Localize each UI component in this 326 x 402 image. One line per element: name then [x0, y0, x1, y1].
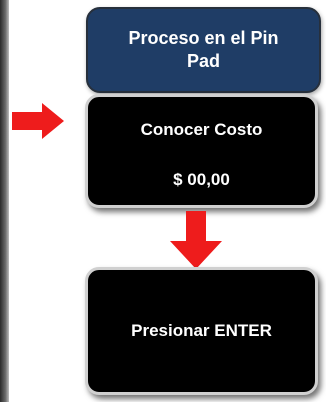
cost-amount: $ 00,00: [173, 170, 230, 189]
left-edge-divider: [0, 0, 9, 402]
process-header-title: Proceso en el Pin Pad: [128, 28, 279, 71]
arrow-right-icon: [12, 103, 64, 139]
step-press-enter: Presionar ENTER: [85, 267, 318, 395]
step-know-cost: Conocer Costo $ 00,00: [85, 94, 318, 208]
arrow-down-icon: [170, 211, 222, 269]
step-know-cost-title: Conocer Costo: [140, 120, 263, 139]
step-press-enter-title: Presionar ENTER: [131, 321, 272, 340]
process-header: Proceso en el Pin Pad: [86, 7, 321, 93]
